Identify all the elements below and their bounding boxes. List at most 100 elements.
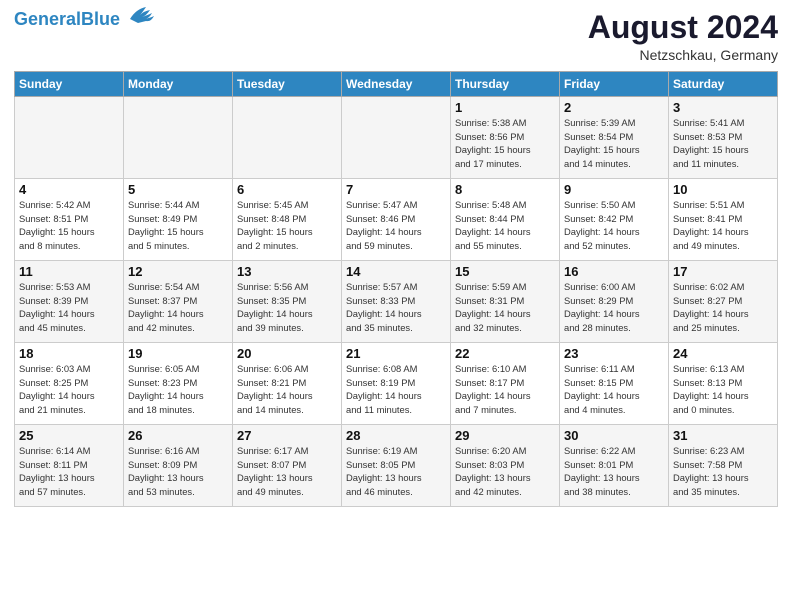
day-info: Sunrise: 5:39 AM Sunset: 8:54 PM Dayligh… — [564, 116, 664, 171]
month-year: August 2024 — [588, 10, 778, 45]
day-number: 6 — [237, 182, 337, 197]
calendar-cell: 9Sunrise: 5:50 AM Sunset: 8:42 PM Daylig… — [560, 179, 669, 261]
calendar-cell: 27Sunrise: 6:17 AM Sunset: 8:07 PM Dayli… — [233, 425, 342, 507]
calendar-cell: 11Sunrise: 5:53 AM Sunset: 8:39 PM Dayli… — [15, 261, 124, 343]
header-tuesday: Tuesday — [233, 72, 342, 97]
day-number: 22 — [455, 346, 555, 361]
day-number: 30 — [564, 428, 664, 443]
day-number: 4 — [19, 182, 119, 197]
logo: GeneralBlue — [14, 10, 154, 30]
header-saturday: Saturday — [669, 72, 778, 97]
main-container: GeneralBlue August 2024 Netzschkau, Germ… — [0, 0, 792, 612]
day-info: Sunrise: 6:08 AM Sunset: 8:19 PM Dayligh… — [346, 362, 446, 417]
day-info: Sunrise: 6:17 AM Sunset: 8:07 PM Dayligh… — [237, 444, 337, 499]
day-number: 27 — [237, 428, 337, 443]
day-info: Sunrise: 6:10 AM Sunset: 8:17 PM Dayligh… — [455, 362, 555, 417]
header-sunday: Sunday — [15, 72, 124, 97]
calendar-cell: 31Sunrise: 6:23 AM Sunset: 7:58 PM Dayli… — [669, 425, 778, 507]
calendar-cell: 28Sunrise: 6:19 AM Sunset: 8:05 PM Dayli… — [342, 425, 451, 507]
title-block: August 2024 Netzschkau, Germany — [588, 10, 778, 63]
calendar-cell — [342, 97, 451, 179]
header-friday: Friday — [560, 72, 669, 97]
calendar-header-row: Sunday Monday Tuesday Wednesday Thursday… — [15, 72, 778, 97]
calendar-cell: 17Sunrise: 6:02 AM Sunset: 8:27 PM Dayli… — [669, 261, 778, 343]
calendar-cell: 15Sunrise: 5:59 AM Sunset: 8:31 PM Dayli… — [451, 261, 560, 343]
day-info: Sunrise: 5:45 AM Sunset: 8:48 PM Dayligh… — [237, 198, 337, 253]
calendar-week-4: 18Sunrise: 6:03 AM Sunset: 8:25 PM Dayli… — [15, 343, 778, 425]
logo-bird-icon — [122, 5, 154, 27]
calendar-cell: 13Sunrise: 5:56 AM Sunset: 8:35 PM Dayli… — [233, 261, 342, 343]
day-number: 10 — [673, 182, 773, 197]
calendar-week-1: 1Sunrise: 5:38 AM Sunset: 8:56 PM Daylig… — [15, 97, 778, 179]
calendar-cell: 18Sunrise: 6:03 AM Sunset: 8:25 PM Dayli… — [15, 343, 124, 425]
calendar-cell: 29Sunrise: 6:20 AM Sunset: 8:03 PM Dayli… — [451, 425, 560, 507]
day-number: 19 — [128, 346, 228, 361]
day-info: Sunrise: 5:42 AM Sunset: 8:51 PM Dayligh… — [19, 198, 119, 253]
calendar-cell: 25Sunrise: 6:14 AM Sunset: 8:11 PM Dayli… — [15, 425, 124, 507]
day-number: 7 — [346, 182, 446, 197]
day-number: 14 — [346, 264, 446, 279]
day-number: 17 — [673, 264, 773, 279]
calendar-cell: 21Sunrise: 6:08 AM Sunset: 8:19 PM Dayli… — [342, 343, 451, 425]
calendar-cell: 30Sunrise: 6:22 AM Sunset: 8:01 PM Dayli… — [560, 425, 669, 507]
header-thursday: Thursday — [451, 72, 560, 97]
day-info: Sunrise: 5:54 AM Sunset: 8:37 PM Dayligh… — [128, 280, 228, 335]
day-info: Sunrise: 5:47 AM Sunset: 8:46 PM Dayligh… — [346, 198, 446, 253]
day-number: 11 — [19, 264, 119, 279]
day-info: Sunrise: 5:50 AM Sunset: 8:42 PM Dayligh… — [564, 198, 664, 253]
day-number: 16 — [564, 264, 664, 279]
day-number: 18 — [19, 346, 119, 361]
day-info: Sunrise: 6:23 AM Sunset: 7:58 PM Dayligh… — [673, 444, 773, 499]
day-info: Sunrise: 6:14 AM Sunset: 8:11 PM Dayligh… — [19, 444, 119, 499]
calendar-cell: 5Sunrise: 5:44 AM Sunset: 8:49 PM Daylig… — [124, 179, 233, 261]
calendar-cell: 3Sunrise: 5:41 AM Sunset: 8:53 PM Daylig… — [669, 97, 778, 179]
calendar-week-5: 25Sunrise: 6:14 AM Sunset: 8:11 PM Dayli… — [15, 425, 778, 507]
header: GeneralBlue August 2024 Netzschkau, Germ… — [14, 10, 778, 63]
calendar-cell: 20Sunrise: 6:06 AM Sunset: 8:21 PM Dayli… — [233, 343, 342, 425]
calendar-cell: 24Sunrise: 6:13 AM Sunset: 8:13 PM Dayli… — [669, 343, 778, 425]
day-info: Sunrise: 6:11 AM Sunset: 8:15 PM Dayligh… — [564, 362, 664, 417]
calendar-table: Sunday Monday Tuesday Wednesday Thursday… — [14, 71, 778, 507]
calendar-cell: 7Sunrise: 5:47 AM Sunset: 8:46 PM Daylig… — [342, 179, 451, 261]
day-number: 26 — [128, 428, 228, 443]
location: Netzschkau, Germany — [588, 47, 778, 63]
day-info: Sunrise: 5:44 AM Sunset: 8:49 PM Dayligh… — [128, 198, 228, 253]
day-number: 28 — [346, 428, 446, 443]
day-info: Sunrise: 5:38 AM Sunset: 8:56 PM Dayligh… — [455, 116, 555, 171]
day-number: 2 — [564, 100, 664, 115]
day-info: Sunrise: 6:22 AM Sunset: 8:01 PM Dayligh… — [564, 444, 664, 499]
calendar-cell: 8Sunrise: 5:48 AM Sunset: 8:44 PM Daylig… — [451, 179, 560, 261]
header-monday: Monday — [124, 72, 233, 97]
logo-text: GeneralBlue — [14, 10, 120, 30]
day-number: 23 — [564, 346, 664, 361]
calendar-cell: 6Sunrise: 5:45 AM Sunset: 8:48 PM Daylig… — [233, 179, 342, 261]
day-info: Sunrise: 6:02 AM Sunset: 8:27 PM Dayligh… — [673, 280, 773, 335]
calendar-cell: 23Sunrise: 6:11 AM Sunset: 8:15 PM Dayli… — [560, 343, 669, 425]
calendar-week-3: 11Sunrise: 5:53 AM Sunset: 8:39 PM Dayli… — [15, 261, 778, 343]
day-info: Sunrise: 6:03 AM Sunset: 8:25 PM Dayligh… — [19, 362, 119, 417]
day-number: 3 — [673, 100, 773, 115]
calendar-cell: 4Sunrise: 5:42 AM Sunset: 8:51 PM Daylig… — [15, 179, 124, 261]
calendar-cell: 12Sunrise: 5:54 AM Sunset: 8:37 PM Dayli… — [124, 261, 233, 343]
calendar-cell: 26Sunrise: 6:16 AM Sunset: 8:09 PM Dayli… — [124, 425, 233, 507]
calendar-cell: 1Sunrise: 5:38 AM Sunset: 8:56 PM Daylig… — [451, 97, 560, 179]
day-info: Sunrise: 6:20 AM Sunset: 8:03 PM Dayligh… — [455, 444, 555, 499]
day-number: 1 — [455, 100, 555, 115]
day-number: 15 — [455, 264, 555, 279]
calendar-cell: 19Sunrise: 6:05 AM Sunset: 8:23 PM Dayli… — [124, 343, 233, 425]
day-info: Sunrise: 6:00 AM Sunset: 8:29 PM Dayligh… — [564, 280, 664, 335]
calendar-cell — [15, 97, 124, 179]
day-info: Sunrise: 6:13 AM Sunset: 8:13 PM Dayligh… — [673, 362, 773, 417]
day-info: Sunrise: 5:59 AM Sunset: 8:31 PM Dayligh… — [455, 280, 555, 335]
day-number: 20 — [237, 346, 337, 361]
day-info: Sunrise: 6:06 AM Sunset: 8:21 PM Dayligh… — [237, 362, 337, 417]
day-number: 29 — [455, 428, 555, 443]
day-info: Sunrise: 5:51 AM Sunset: 8:41 PM Dayligh… — [673, 198, 773, 253]
calendar-cell: 14Sunrise: 5:57 AM Sunset: 8:33 PM Dayli… — [342, 261, 451, 343]
calendar-cell: 2Sunrise: 5:39 AM Sunset: 8:54 PM Daylig… — [560, 97, 669, 179]
day-number: 8 — [455, 182, 555, 197]
day-number: 25 — [19, 428, 119, 443]
day-number: 21 — [346, 346, 446, 361]
calendar-cell — [124, 97, 233, 179]
day-info: Sunrise: 5:48 AM Sunset: 8:44 PM Dayligh… — [455, 198, 555, 253]
